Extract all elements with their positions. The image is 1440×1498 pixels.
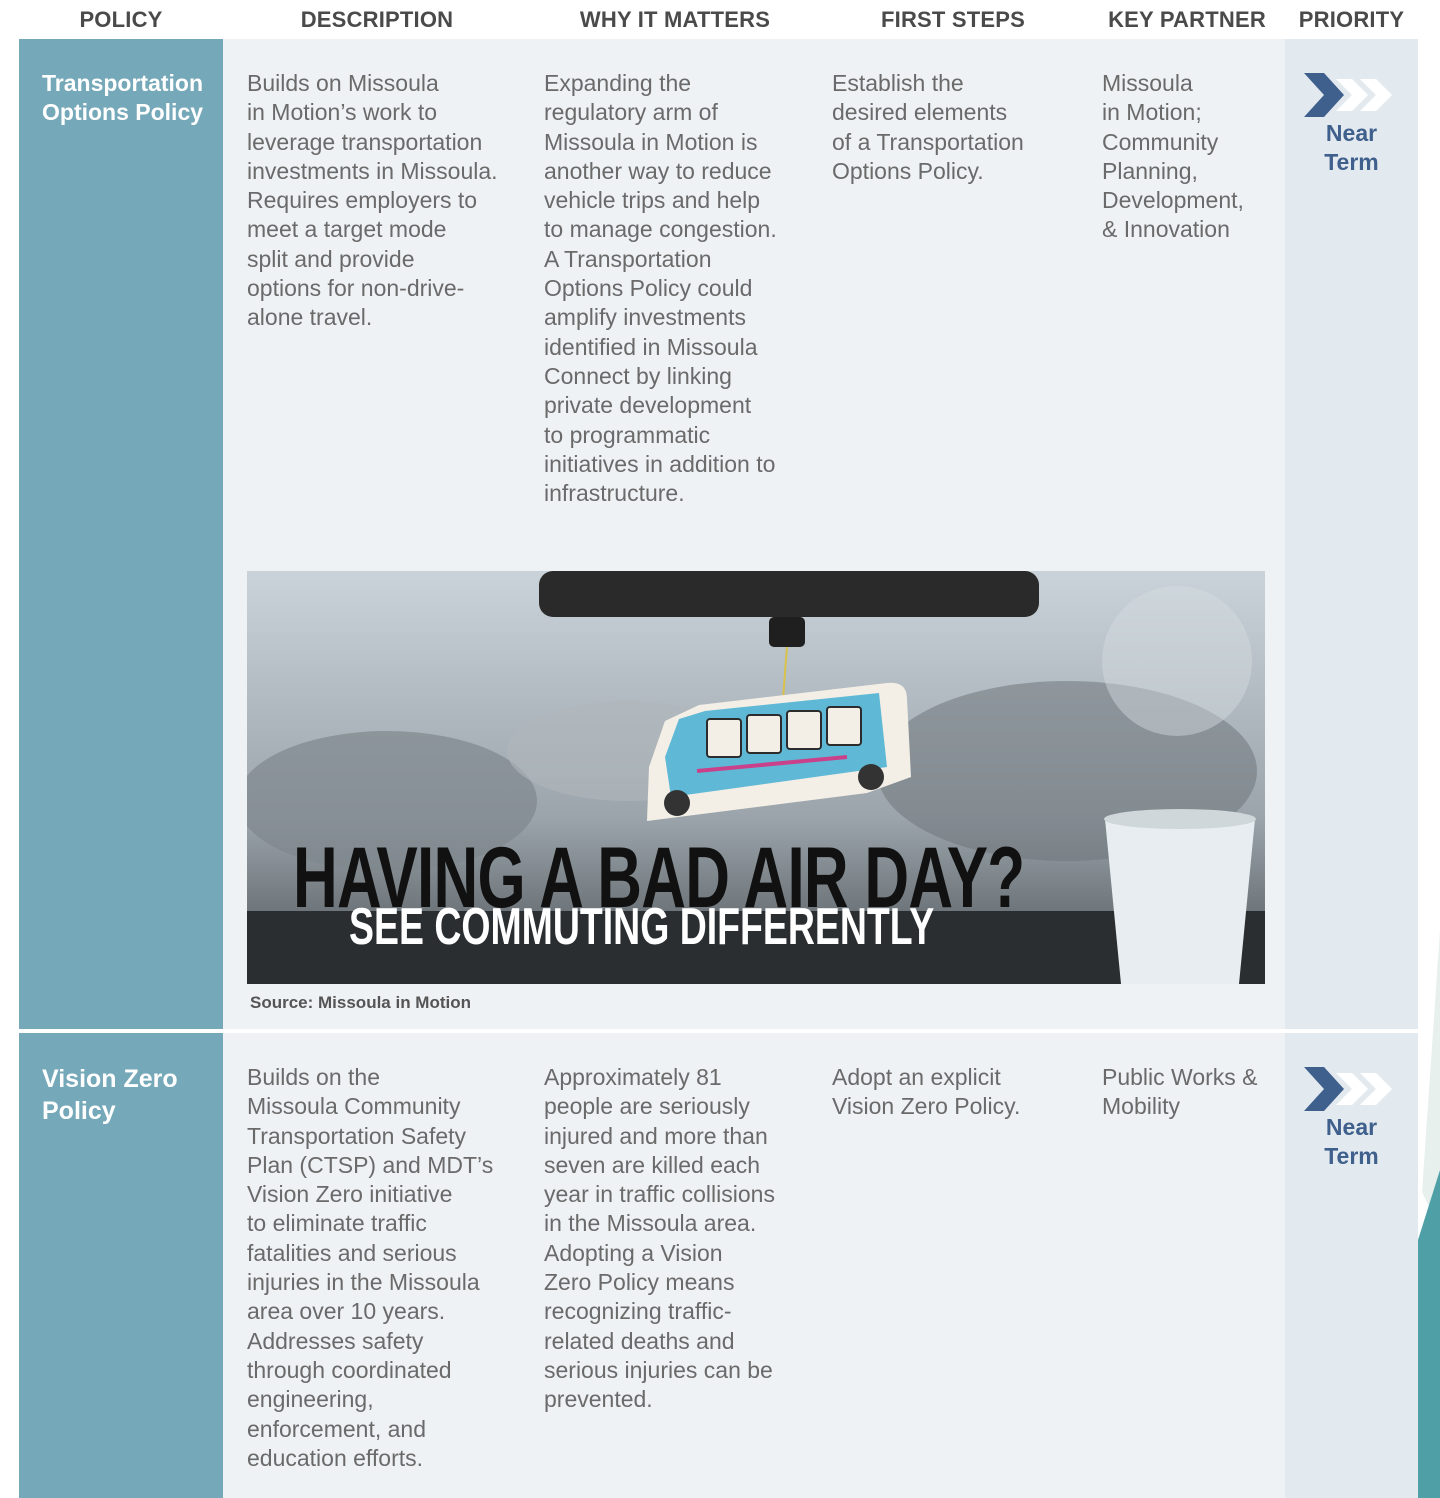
policy-name: Vision Zero Policy	[42, 1065, 178, 1125]
priority-label: Near Term	[1324, 1114, 1379, 1169]
policy-column	[19, 39, 223, 1029]
chevron-arrows-icon	[1303, 73, 1392, 117]
policy-name: Transportation Options Policy	[42, 70, 204, 125]
description-cell: Builds on Missoula in Motion’s work to l…	[247, 70, 498, 331]
table-row: Transportation Options Policy Builds on …	[19, 39, 1418, 1029]
table-row: Vision Zero Policy Builds on the Missoul…	[19, 1033, 1418, 1498]
header-key-partner: KEY PARTNER	[1108, 7, 1266, 32]
first-steps-cell: Adopt an explicit Vision Zero Policy.	[832, 1064, 1021, 1120]
key-partner-cell: Missoula in Motion; Community Planning, …	[1102, 70, 1244, 243]
chevron-arrows-icon	[1303, 1067, 1392, 1111]
header-description: DESCRIPTION	[300, 7, 454, 32]
header-policy: POLICY	[79, 7, 163, 32]
campaign-photo: HAVING A BAD AIR DAY? SEE COMMUTING DIFF…	[247, 571, 1265, 984]
priority-cell: Near Term	[1285, 73, 1418, 177]
priority-column	[1285, 39, 1418, 1029]
why-it-matters-cell: Approximately 81 people are seriously in…	[544, 1064, 775, 1413]
description-cell: Builds on the Missoula Community Transpo…	[247, 1064, 494, 1471]
photo-subline: SEE COMMUTING DIFFERENTLY	[349, 898, 935, 956]
first-steps-cell: Establish the desired elements of a Tran…	[832, 70, 1024, 184]
table-header: POLICY DESCRIPTION WHY IT MATTERS FIRST …	[0, 0, 1440, 39]
page-edge-decoration	[1418, 930, 1440, 1498]
photo-caption: Source: Missoula in Motion	[250, 993, 472, 1012]
priority-label: Near Term	[1324, 120, 1379, 175]
header-why-it-matters: WHY IT MATTERS	[579, 7, 771, 32]
priority-cell: Near Term	[1285, 1067, 1418, 1171]
header-first-steps: FIRST STEPS	[881, 7, 1025, 32]
why-it-matters-cell: Expanding the regulatory arm of Missoula…	[544, 70, 777, 507]
key-partner-cell: Public Works & Mobility	[1102, 1064, 1258, 1120]
header-priority: PRIORITY	[1298, 7, 1405, 32]
